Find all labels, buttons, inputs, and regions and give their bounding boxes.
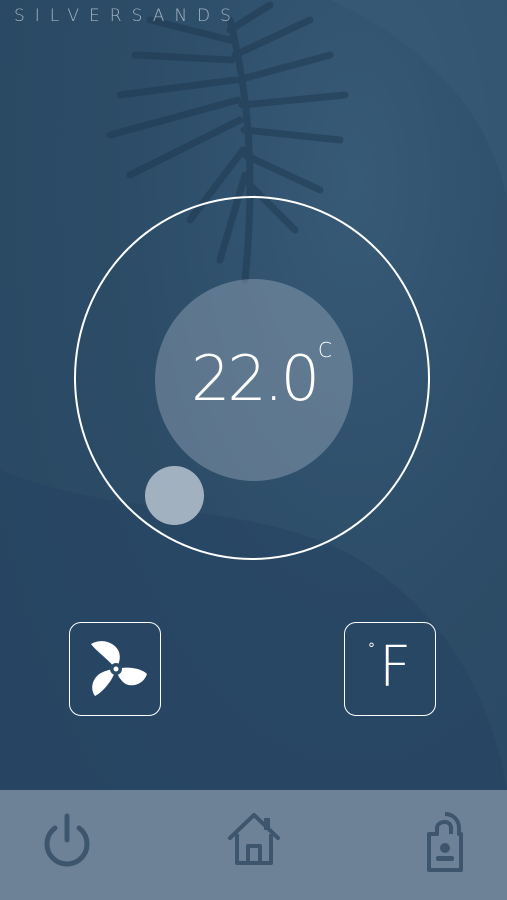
brand-logo: SILVERSANDS [14,6,241,26]
fan-icon [91,641,147,696]
unit-toggle-label: F [379,635,412,700]
thermostat-screen: SILVERSANDS 22.0 C ° F [0,0,507,900]
unit-toggle-button[interactable]: ° F [344,622,436,716]
bottom-bar [0,790,507,900]
dial-knob[interactable] [145,466,204,525]
degree-symbol: ° [368,641,375,657]
power-icon[interactable] [41,812,93,868]
temperature-unit: C [318,338,332,362]
fan-button[interactable] [69,622,161,716]
home-icon[interactable] [226,810,282,868]
door-hanger-icon[interactable] [423,810,467,874]
